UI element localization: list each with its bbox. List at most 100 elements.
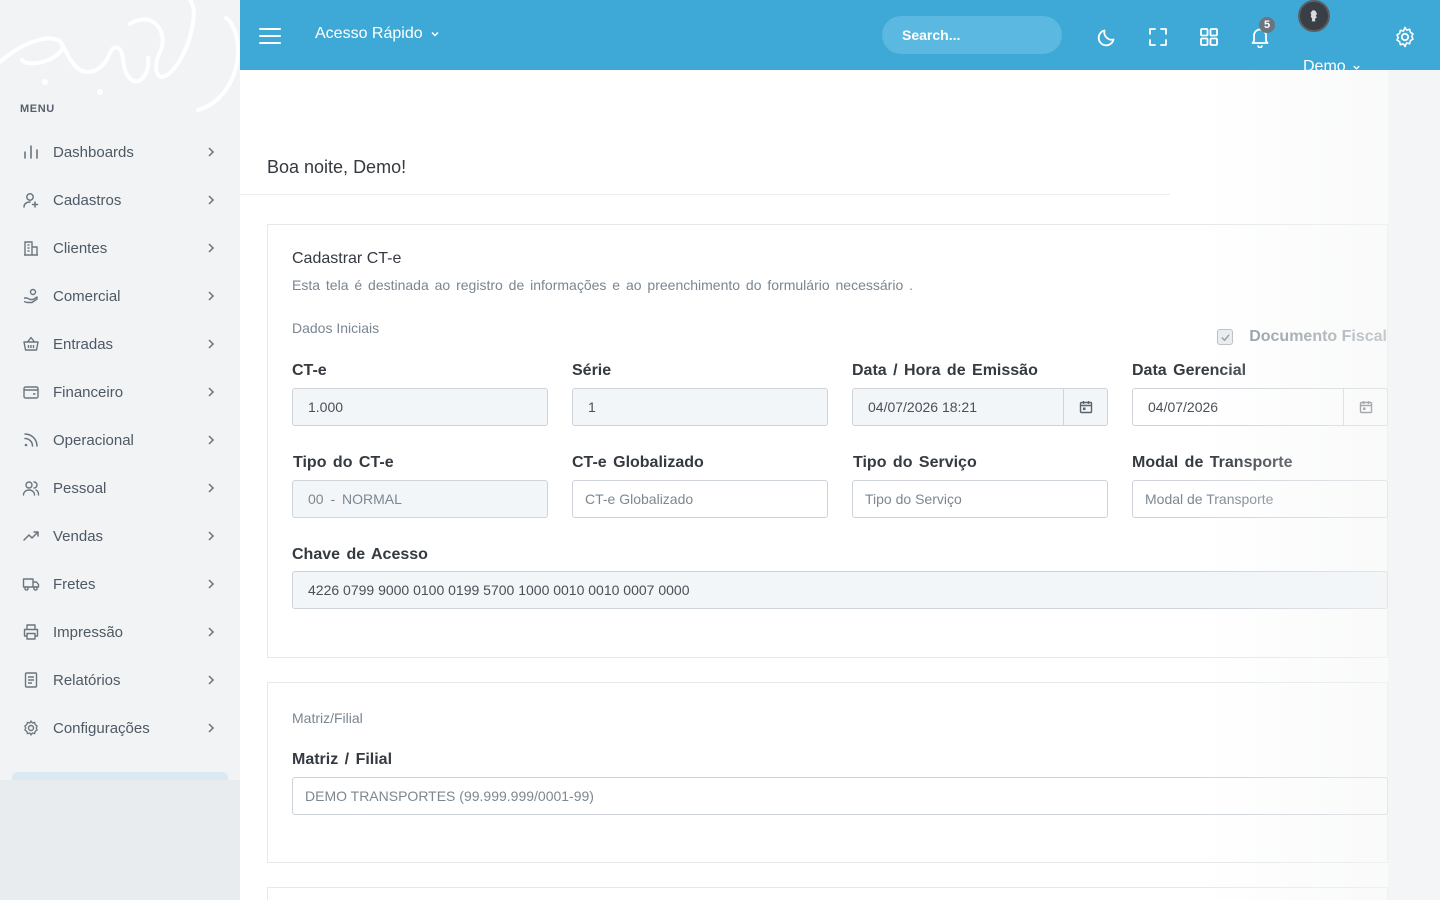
sidebar-item-dashboards[interactable]: Dashboards [0, 128, 240, 176]
sidebar-item-impressao[interactable]: Impressão [0, 608, 240, 656]
apps-grid-icon[interactable] [1198, 26, 1220, 48]
cte-globalizado-select[interactable]: CT-e Globalizado [572, 480, 828, 518]
sidebar-item-label: Configurações [53, 719, 150, 737]
hamburger-menu-icon[interactable] [258, 26, 282, 46]
data-gerencial-input[interactable]: 04/07/2026 [1132, 388, 1388, 426]
fullscreen-icon[interactable] [1147, 26, 1169, 48]
globalizado-label: CT-e Globalizado [572, 454, 704, 471]
documento-fiscal-label: Documento Fiscal [1249, 328, 1387, 345]
truck-icon [22, 575, 40, 593]
section-title-dados-iniciais: Dados Iniciais [292, 320, 380, 336]
sidebar-item-clientes[interactable]: Clientes [0, 224, 240, 272]
basket-icon [22, 335, 40, 353]
avatar[interactable] [1298, 0, 1330, 32]
matriz-filial-select[interactable]: DEMO TRANSPORTES (99.999.999/0001-99) [292, 777, 1388, 815]
sidebar-item-entradas[interactable]: Entradas [0, 320, 240, 368]
chevron-right-icon [206, 723, 216, 733]
trending-up-icon [22, 527, 40, 545]
sidebar-item-cadastros[interactable]: Cadastros [0, 176, 240, 224]
next-section-card [267, 887, 1388, 900]
sidebar-item-relatorios[interactable]: Relatórios [0, 656, 240, 704]
settings-icon [22, 719, 40, 737]
search-box [882, 16, 1062, 54]
tipo-servico-select[interactable]: Tipo do Serviço [852, 480, 1108, 518]
users-icon [22, 479, 40, 497]
sidebar-item-label: Dashboards [53, 143, 134, 161]
rss-icon [22, 431, 40, 449]
sidebar-item-fretes[interactable]: Fretes [0, 560, 240, 608]
printer-icon [22, 623, 40, 641]
tipo-servico-placeholder: Tipo do Serviço [865, 491, 962, 507]
sidebar-item-label: Comercial [53, 287, 121, 305]
tipo-servico-label: Tipo do Serviço [853, 454, 977, 471]
sidebar-item-label: Operacional [53, 431, 134, 449]
gear-icon[interactable] [1393, 25, 1417, 49]
sidebar-menu: Dashboards Cadastros Clientes Comercial … [0, 128, 240, 752]
bar-chart-icon [22, 143, 40, 161]
file-text-icon [22, 671, 40, 689]
sidebar-item-financeiro[interactable]: Financeiro [0, 368, 240, 416]
cte-form-card: Cadastrar CT-e Esta tela é destinada ao … [267, 224, 1388, 658]
calendar-icon[interactable] [1063, 389, 1107, 425]
search-input[interactable] [882, 16, 1062, 54]
sidebar-item-label: Financeiro [53, 383, 124, 401]
sidebar-item-pessoal[interactable]: Pessoal [0, 464, 240, 512]
sidebar-item-vendas[interactable]: Vendas [0, 512, 240, 560]
chevron-right-icon [206, 579, 216, 589]
sidebar-item-label: Relatórios [53, 671, 121, 689]
chave-acesso-label: Chave de Acesso [292, 546, 428, 563]
emissao-value: 04/07/2026 18:21 [868, 399, 977, 415]
brand-logo[interactable] [0, 0, 240, 120]
chevron-right-icon [206, 675, 216, 685]
chevron-right-icon [206, 195, 216, 205]
sidebar-item-operacional[interactable]: Operacional [0, 416, 240, 464]
check-icon [1217, 329, 1234, 345]
chave-acesso-value: 4226 0799 9000 0100 0199 5700 1000 0010 … [308, 582, 690, 598]
calendar-icon[interactable] [1343, 389, 1387, 425]
user-plus-icon [22, 191, 40, 209]
user-menu[interactable]: Demo [1303, 58, 1361, 76]
chevron-right-icon [206, 339, 216, 349]
chevron-right-icon [206, 387, 216, 397]
sidebar: MENU Dashboards Cadastros Clientes Comer… [0, 0, 240, 900]
tipo-cte-select[interactable]: 00 - NORMAL [292, 480, 548, 518]
cte-number-value: 1.000 [308, 399, 344, 415]
emissao-datetime-input[interactable]: 04/07/2026 18:21 [852, 388, 1108, 426]
page-greeting: Boa noite, Demo! [267, 157, 407, 177]
matriz-filial-label: Matriz / Filial [292, 751, 393, 768]
modal-transporte-select[interactable]: Modal de Transporte [1132, 480, 1388, 518]
chave-acesso-input[interactable]: 4226 0799 9000 0100 0199 5700 1000 0010 … [292, 571, 1388, 609]
sidebar-footer-strip [12, 772, 228, 780]
chevron-right-icon [206, 435, 216, 445]
serie-input[interactable]: 1 [572, 388, 828, 426]
sidebar-item-configuracoes[interactable]: Configurações [0, 704, 240, 752]
serie-value: 1 [588, 399, 596, 415]
quick-access-label: Acesso Rápido [315, 25, 423, 42]
notification-badge: 5 [1259, 17, 1275, 33]
chevron-right-icon [206, 483, 216, 493]
documento-fiscal-checkbox[interactable]: Documento Fiscal [1217, 328, 1387, 346]
sidebar-item-label: Pessoal [53, 479, 107, 497]
section-title-matriz-filial: Matriz/Filial [292, 710, 363, 726]
sidebar-item-label: Fretes [53, 575, 96, 593]
modal-placeholder: Modal de Transporte [1145, 491, 1274, 507]
wallet-icon [22, 383, 40, 401]
emissao-label: Data / Hora de Emissão [852, 362, 1038, 379]
chevron-right-icon [206, 243, 216, 253]
chevron-down-icon [430, 29, 440, 39]
sidebar-item-label: Entradas [53, 335, 114, 353]
serie-label: Série [572, 362, 612, 379]
user-name-label: Demo [1303, 58, 1346, 75]
matriz-filial-value: DEMO TRANSPORTES (99.999.999/0001-99) [305, 788, 594, 804]
tipo-cte-label: Tipo do CT-e [293, 454, 394, 471]
sidebar-item-label: Impressão [53, 623, 124, 641]
dark-mode-icon[interactable] [1096, 26, 1118, 48]
matriz-filial-card: Matriz/Filial Matriz / Filial DEMO TRANS… [267, 682, 1388, 863]
sidebar-item-label: Vendas [53, 527, 104, 545]
quick-access-dropdown[interactable]: Acesso Rápido [315, 25, 440, 43]
cte-number-input[interactable]: 1.000 [292, 388, 548, 426]
chevron-right-icon [206, 291, 216, 301]
sidebar-item-comercial[interactable]: Comercial [0, 272, 240, 320]
content-right-gutter [1388, 70, 1440, 900]
chevron-right-icon [206, 531, 216, 541]
